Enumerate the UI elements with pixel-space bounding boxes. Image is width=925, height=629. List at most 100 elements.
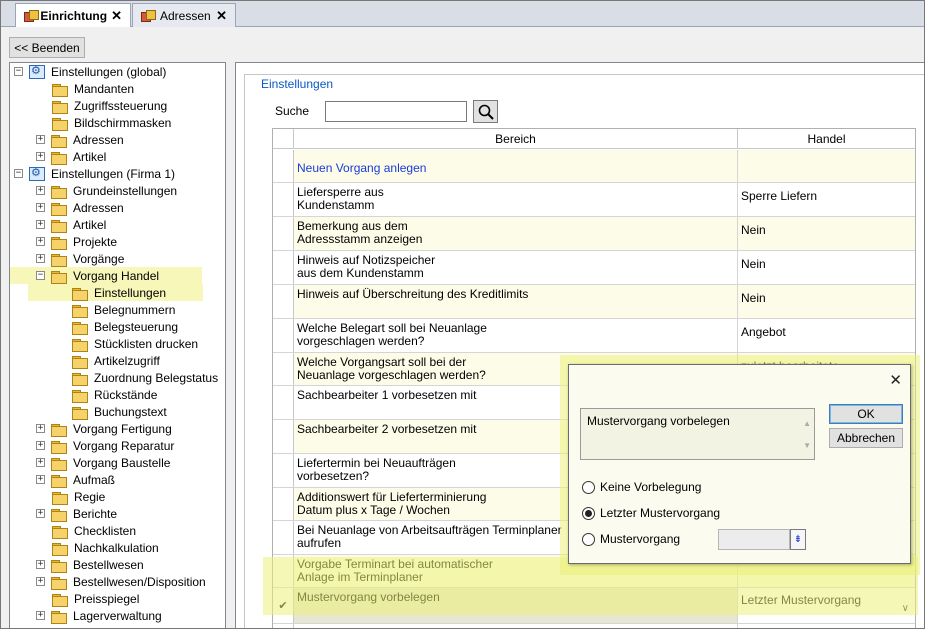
tree-item[interactable]: + Vorgänge	[10, 250, 124, 267]
table-row[interactable]: Neuen Vorgang anlegen	[273, 150, 915, 183]
tree-item[interactable]: + Vorgang Fertigung	[10, 420, 172, 437]
tree-item[interactable]: + Adressen	[10, 199, 124, 216]
search-button[interactable]	[473, 100, 498, 123]
column-header-bereich[interactable]: Bereich	[294, 129, 738, 149]
tree-item[interactable]: + Grundeinstellungen	[10, 182, 177, 199]
table-row[interactable]: Liefersperre aus Kundenstamm Sperre Liefe…	[273, 183, 915, 217]
tree-item[interactable]: + Vorgang Reparatur	[10, 437, 174, 454]
cancel-button[interactable]: Abbrechen	[829, 428, 903, 448]
tree-item[interactable]: Stücklisten drucken	[10, 335, 198, 352]
radio-circle[interactable]	[582, 480, 595, 494]
cell-handel[interactable]: Nein	[738, 285, 915, 318]
tree-item[interactable]: Preisspiegel	[10, 590, 139, 607]
table-row[interactable]: Hinweis auf Notizspeicher aus dem Kunden…	[273, 251, 915, 285]
cell-handel[interactable]	[738, 624, 915, 628]
close-icon[interactable]: ✕	[889, 371, 902, 389]
expand-icon[interactable]: +	[36, 441, 45, 450]
expand-icon[interactable]: +	[36, 475, 45, 484]
tab-einrichtung[interactable]: Einrichtung ✕	[15, 3, 131, 27]
row-indicator	[273, 624, 294, 628]
tab-adressen[interactable]: Adressen ✕	[132, 3, 236, 27]
expand-icon[interactable]: +	[36, 152, 45, 161]
back-button[interactable]: << Beenden	[9, 37, 85, 58]
radio-mustervorgang[interactable]: Mustervorgang	[582, 532, 680, 546]
expand-icon[interactable]: +	[36, 237, 45, 246]
folder-icon	[51, 457, 67, 471]
table-row[interactable]: Bestehenden Vorgang aufrufen	[273, 624, 915, 628]
folder-icon	[72, 372, 88, 386]
expand-icon[interactable]: +	[36, 203, 45, 212]
collapse-icon[interactable]: −	[36, 271, 45, 280]
tree-item[interactable]: +Buchhaltung/Statistik	[10, 624, 185, 628]
tree-item[interactable]: + Lagerverwaltung	[10, 607, 162, 624]
cell-handel[interactable]: Nein	[738, 251, 915, 284]
collapse-icon[interactable]: −	[14, 169, 23, 178]
cell-handel[interactable]: Angebot	[738, 319, 915, 352]
mustervorgang-select[interactable]	[718, 529, 790, 550]
expand-icon[interactable]: +	[36, 186, 45, 195]
tree-item[interactable]: + Projekte	[10, 233, 117, 250]
radio-letzter-mustervorgang[interactable]: Letzter Mustervorgang	[582, 506, 720, 520]
expand-icon[interactable]: +	[36, 254, 45, 263]
tree-item[interactable]: + Berichte	[10, 505, 117, 522]
tree-item-label: Bestellwesen/Disposition	[73, 574, 206, 589]
column-header-handel[interactable]: Handel	[738, 129, 915, 149]
search-input[interactable]	[325, 101, 467, 122]
cell-handel[interactable]	[738, 150, 915, 182]
cell-handel[interactable]: Sperre Liefern	[738, 183, 915, 216]
tree-item[interactable]: Zuordnung Belegstatus	[10, 369, 218, 386]
scrollbar[interactable]: ▲ ▼	[803, 413, 811, 457]
dropdown-arrow-icon[interactable]: ⇟	[790, 529, 806, 550]
tree-item[interactable]: − Einstellungen (Firma 1)	[10, 165, 175, 182]
radio-keine-vorbelegung[interactable]: Keine Vorbelegung	[582, 480, 701, 494]
row-indicator	[273, 353, 294, 385]
tree-item[interactable]: + Bestellwesen/Disposition	[10, 573, 206, 590]
table-row[interactable]: Welche Belegart soll bei Neuanlage vorge…	[273, 319, 915, 353]
folder-icon	[51, 185, 67, 199]
radio-circle[interactable]	[582, 506, 595, 520]
expand-icon[interactable]: +	[36, 611, 45, 620]
tree-item[interactable]: Bildschirmmasken	[10, 114, 171, 131]
tree-item[interactable]: − Vorgang Handel	[10, 267, 202, 284]
tree-item[interactable]: Buchungstext	[10, 403, 167, 420]
tree-item-label: Lagerverwaltung	[73, 608, 162, 623]
expand-icon[interactable]: +	[36, 577, 45, 586]
tree-item[interactable]: Einstellungen	[28, 284, 203, 301]
collapse-icon[interactable]: −	[14, 67, 23, 76]
tree-item[interactable]: Belegsteuerung	[10, 318, 178, 335]
tree-item[interactable]: Regie	[10, 488, 105, 505]
radio-label: Letzter Mustervorgang	[600, 506, 721, 520]
expand-icon[interactable]: +	[36, 220, 45, 229]
tree-item[interactable]: + Vorgang Baustelle	[10, 454, 170, 471]
tree-item[interactable]: Zugriffssteuerung	[10, 97, 167, 114]
folder-icon	[52, 593, 68, 607]
radio-circle[interactable]	[582, 532, 595, 546]
expand-icon[interactable]: +	[36, 509, 45, 518]
tree-item[interactable]: + Aufmaß	[10, 471, 115, 488]
ok-button[interactable]: OK	[829, 404, 903, 424]
close-icon[interactable]: ✕	[111, 8, 122, 24]
expand-icon[interactable]: +	[36, 560, 45, 569]
table-row[interactable]: Bemerkung aus dem Adressstamm anzeigen Ne…	[273, 217, 915, 251]
expand-icon[interactable]: +	[36, 424, 45, 433]
table-row[interactable]: Hinweis auf Überschreitung des Kreditlim…	[273, 285, 915, 319]
tree-item[interactable]: Nachkalkulation	[10, 539, 159, 556]
expand-icon[interactable]: +	[36, 458, 45, 467]
settings-tree[interactable]: − Einstellungen (global) Mandanten Zugriffs…	[9, 62, 226, 628]
tree-item[interactable]: + Adressen	[10, 131, 124, 148]
folder-icon	[52, 525, 68, 539]
tree-item[interactable]: Checklisten	[10, 522, 136, 539]
tree-item[interactable]: Belegnummern	[10, 301, 175, 318]
tree-item[interactable]: Mandanten	[10, 80, 134, 97]
tree-item[interactable]: + Artikel	[10, 148, 106, 165]
tree-item[interactable]: − Einstellungen (global)	[10, 63, 166, 80]
tree-item[interactable]: + Artikel	[10, 216, 106, 233]
tree-item[interactable]: Rückstände	[10, 386, 157, 403]
tree-item[interactable]: Artikelzugriff	[10, 352, 160, 369]
cell-handel[interactable]: Nein	[738, 217, 915, 250]
folder-icon	[51, 202, 67, 216]
close-icon[interactable]: ✕	[216, 8, 227, 24]
tree-item[interactable]: + Bestellwesen	[10, 556, 144, 573]
expand-icon[interactable]: +	[36, 135, 45, 144]
tab-label: Adressen	[160, 8, 211, 23]
